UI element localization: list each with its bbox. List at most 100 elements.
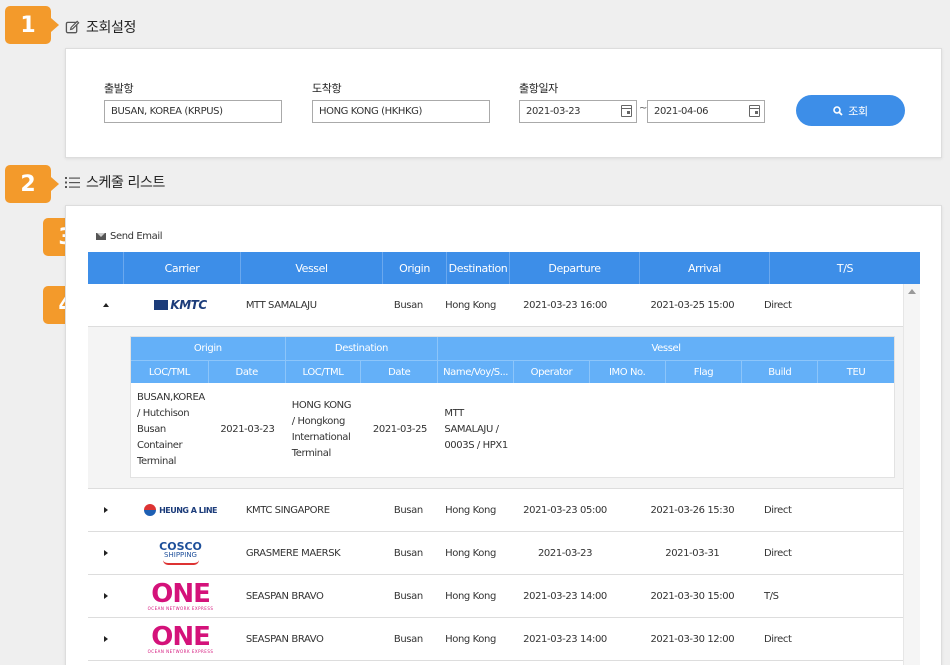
date-to-value: 2021-04-06 [654,106,709,117]
search-icon [833,105,843,116]
column-header-vessel[interactable]: Vessel [241,252,383,284]
detail-table: Origin Destination Vessel LOC/TML Date L… [130,336,895,478]
vessel-cell: GRASMERE MAERSK [245,547,341,559]
ts-cell: Direct [763,504,792,516]
search-button-label: 조회 [848,104,868,118]
carrier-cell: ONE OCEAN NETWORK EXPRESS [123,618,238,660]
scroll-up-arrow-icon[interactable] [908,289,916,294]
detail-group-destination: Destination [286,337,439,360]
column-header-ts[interactable]: T/S [770,252,920,284]
carrier-cell: ONE OCEAN NETWORK EXPRESS [123,575,238,617]
edit-icon [65,20,80,33]
vessel-cell: SEASPAN BRAVO [245,633,324,645]
detail-vessel-name: MTT SAMALAJU / 0003S / HPX1 [444,408,508,451]
detail-header-teu: TEU [846,366,866,378]
carrier-cell: KMTC [123,284,238,326]
departure-cell: 2021-03-23 05:00 [523,504,607,516]
detail-header-flag: Flag [666,361,743,383]
column-header-departure[interactable]: Departure [510,252,640,284]
column-header-arrival[interactable]: Arrival [640,252,770,284]
detail-header-vessel-name: Name/Voy/S... [438,361,514,383]
departure-port-label: 출발항 [104,82,134,95]
column-header-expand [88,252,124,284]
table-row[interactable]: ONE OCEAN NETWORK EXPRESS SEASPAN BRAVO … [88,618,903,661]
destination-cell: Hong Kong [445,504,496,516]
one-logo: ONE OCEAN NETWORK EXPRESS [147,622,214,654]
step-badge-2: 2 [5,165,59,203]
date-to-input[interactable]: 2021-04-06 [647,100,765,123]
detail-group-origin: Origin [131,337,286,360]
cosco-logo: COSCO SHIPPING [159,541,202,565]
departure-port-input[interactable]: BUSAN, KOREA (KRPUS) [104,100,282,123]
date-range-separator: ~ [639,103,647,114]
vessel-cell: MTT SAMALAJU [245,299,317,311]
column-header-carrier[interactable]: Carrier [124,252,241,284]
column-header-destination[interactable]: Destination [447,252,510,284]
vessel-cell: SEASPAN BRAVO [245,590,324,602]
arrival-cell: 2021-03-25 15:00 [650,299,735,311]
detail-flag [666,383,743,477]
send-email-link[interactable]: Send Email [96,231,163,242]
expand-toggle[interactable] [88,575,123,617]
detail-header-origin-loc: LOC/TML [131,361,209,383]
detail-imo [590,383,666,477]
detail-origin-loc: BUSAN,KOREA / Hutchison Busan Container … [137,392,205,467]
carrier-cell: HEUNG A LINE [123,489,238,531]
chevron-right-icon [103,507,108,513]
origin-cell: Busan [393,590,423,602]
table-row[interactable]: HEUNG A LINE KMTC SINGAPORE Busan Hong K… [88,489,903,532]
destination-cell: Hong Kong [445,299,496,311]
detail-header-origin-date: Date [209,361,286,383]
detail-origin-date: 2021-03-23 [220,424,275,435]
detail-dest-date: 2021-03-25 [372,424,428,435]
search-settings-header: 조회설정 [65,17,136,37]
schedule-list-title: 스케줄 리스트 [86,175,165,191]
table-row[interactable]: KMTC MTT SAMALAJU Busan Hong Kong 2021-0… [88,284,903,327]
vertical-scrollbar[interactable] [903,284,920,665]
envelope-icon [96,233,106,240]
chevron-right-icon [103,636,108,642]
arrival-cell: 2021-03-30 12:00 [650,633,735,645]
detail-header-operator: Operator [514,361,590,383]
detail-teu [818,383,894,477]
detail-group-vessel: Vessel [651,343,682,354]
expand-toggle[interactable] [88,618,123,660]
ts-cell: Direct [763,299,792,311]
calendar-icon[interactable] [749,105,760,117]
arrival-cell: 2021-03-30 15:00 [650,590,735,602]
destination-cell: Hong Kong [445,633,496,645]
table-row[interactable]: COSCO SHIPPING GRASMERE MAERSK Busan Hon… [88,532,903,575]
arrival-cell: 2021-03-26 15:30 [650,504,735,516]
calendar-icon[interactable] [621,105,632,117]
origin-cell: Busan [393,504,423,516]
detail-header-build: Build [742,361,819,383]
chevron-up-icon [102,303,109,307]
expand-toggle[interactable] [88,532,123,574]
column-header-origin[interactable]: Origin [383,252,447,284]
expand-toggle[interactable] [88,489,123,531]
search-settings-title: 조회설정 [86,20,136,36]
origin-cell: Busan [393,299,423,311]
origin-cell: Busan [393,633,423,645]
search-button[interactable]: 조회 [796,95,905,126]
table-header: Carrier Vessel Origin Destination Depart… [88,252,920,284]
chevron-right-icon [103,550,108,556]
departure-cell: 2021-03-23 14:00 [523,590,607,602]
arrival-port-input[interactable]: HONG KONG (HKHKG) [312,100,490,123]
detail-header-dest-date: Date [361,361,439,383]
detail-operator [514,383,590,477]
kmtc-logo: KMTC [154,298,207,312]
step-badge-1: 1 [5,6,59,44]
date-from-input[interactable]: 2021-03-23 [519,100,637,123]
arrival-port-label: 도착항 [312,82,342,95]
vessel-cell: KMTC SINGAPORE [245,504,330,516]
send-email-label: Send Email [110,231,163,242]
detail-group-header: Origin Destination Vessel [131,337,894,360]
table-row[interactable]: ONE OCEAN NETWORK EXPRESS SEASPAN BRAVO … [88,575,903,618]
detail-dest-loc: HONG KONG / Hongkong International Termi… [291,400,352,459]
one-logo: ONE OCEAN NETWORK EXPRESS [147,579,214,611]
collapse-toggle[interactable] [88,284,123,326]
carrier-cell: COSCO SHIPPING [123,532,238,574]
ts-cell: T/S [763,590,779,602]
departure-cell: 2021-03-23 [537,547,593,559]
